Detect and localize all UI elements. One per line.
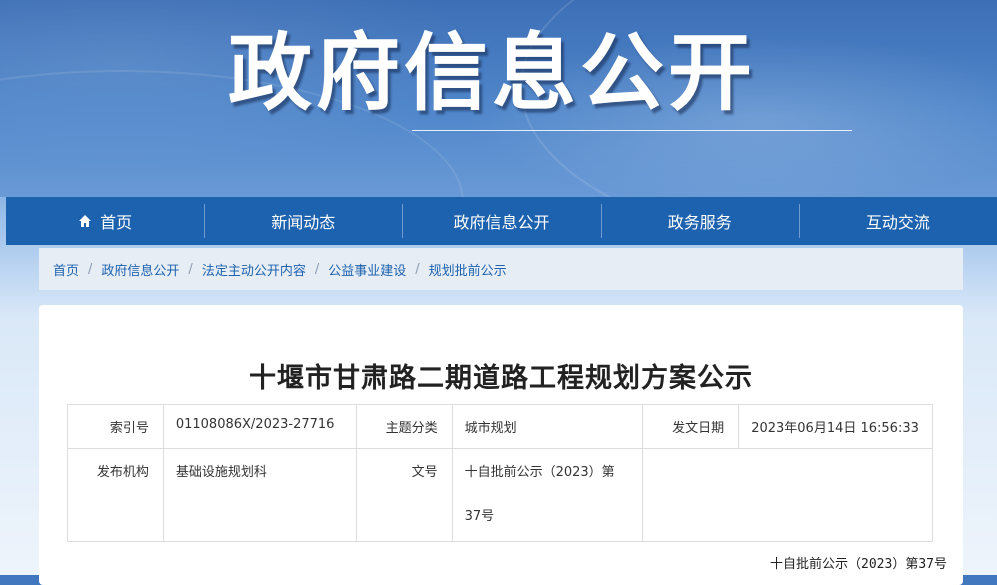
nav-item-label: 首页	[100, 213, 133, 232]
topic-label: 主题分类	[355, 404, 453, 449]
breadcrumb-separator: /	[415, 261, 420, 277]
main-nav: 首页 新闻动态 政府信息公开 政务服务 互动交流	[6, 197, 997, 245]
breadcrumb: 首页 / 政府信息公开 / 法定主动公开内容 / 公益事业建设 / 规划批前公示	[39, 248, 963, 290]
index-label: 索引号	[67, 404, 164, 449]
nav-item-label: 互动交流	[865, 213, 930, 232]
banner-title: 政府信息公开	[228, 24, 757, 122]
org-value: 基础设施规划科	[162, 448, 357, 542]
docno-label: 文号	[355, 448, 453, 542]
article-title: 十堰市甘肃路二期道路工程规划方案公示	[249, 363, 753, 394]
empty-cell	[642, 448, 933, 542]
nav-item-home[interactable]: 首页	[6, 197, 204, 245]
nav-item-label: 新闻动态	[271, 213, 336, 232]
metadata-row: 发布机构 基础设施规划科 文号 十自批前公示（2023）第37号	[67, 448, 933, 542]
breadcrumb-separator: /	[88, 261, 93, 277]
article-panel: 十堰市甘肃路二期道路工程规划方案公示 索引号 01108086X/2023-27…	[39, 305, 963, 585]
breadcrumb-separator: /	[188, 261, 193, 277]
date-value: 2023年06月14日 16:56:33	[738, 404, 933, 449]
metadata-row: 索引号 01108086X/2023-27716 主题分类 城市规划 发文日期 …	[67, 404, 933, 449]
breadcrumb-link-planning[interactable]: 规划批前公示	[429, 260, 507, 279]
nav-item-gov-info[interactable]: 政府信息公开	[402, 197, 600, 245]
nav-item-interaction[interactable]: 互动交流	[798, 197, 997, 245]
index-value: 01108086X/2023-27716	[162, 404, 357, 449]
org-label: 发布机构	[67, 448, 164, 542]
document-number-line: 十自批前公示（2023）第37号	[770, 557, 947, 572]
nav-item-label: 政务服务	[667, 213, 732, 232]
breadcrumb-separator: /	[314, 261, 320, 277]
date-label: 发文日期	[642, 404, 740, 449]
breadcrumb-link-gov-info[interactable]: 政府信息公开	[101, 260, 179, 279]
topic-value: 城市规划	[451, 404, 644, 449]
breadcrumb-link-statutory[interactable]: 法定主动公开内容	[202, 260, 306, 279]
breadcrumb-link-home[interactable]: 首页	[53, 260, 79, 279]
banner-underline	[412, 130, 852, 131]
docno-value: 十自批前公示（2023）第37号	[451, 448, 644, 542]
nav-item-label: 政府信息公开	[453, 213, 550, 232]
home-icon	[78, 214, 92, 228]
breadcrumb-link-public-welfare[interactable]: 公益事业建设	[328, 260, 406, 279]
metadata-table: 索引号 01108086X/2023-27716 主题分类 城市规划 发文日期 …	[67, 404, 933, 542]
nav-item-news[interactable]: 新闻动态	[204, 197, 402, 245]
nav-item-services[interactable]: 政务服务	[600, 197, 799, 245]
header-banner: 政府信息公开	[0, 0, 997, 197]
